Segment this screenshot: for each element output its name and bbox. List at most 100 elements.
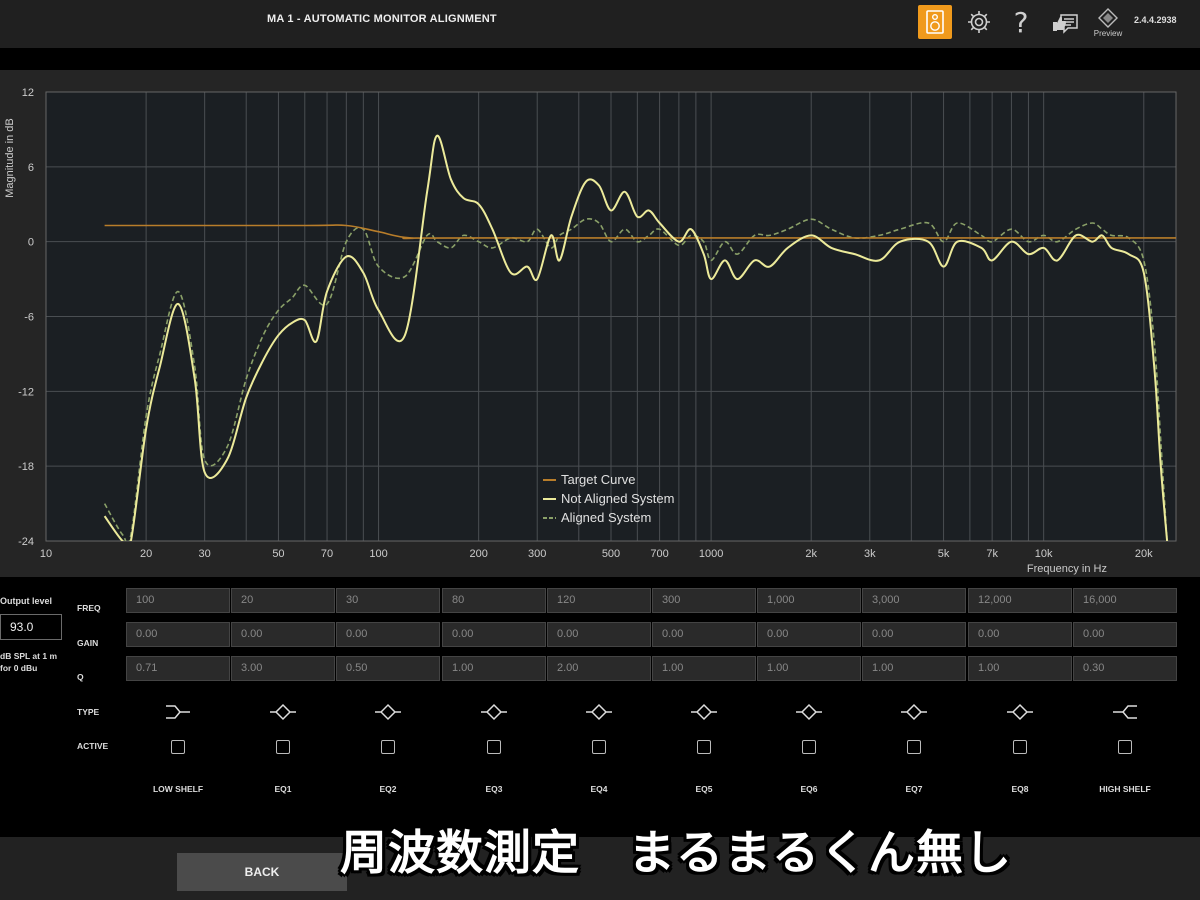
gain-field[interactable]: 0.00: [126, 622, 230, 647]
x-tick-label: 5k: [938, 548, 950, 560]
q-field[interactable]: 1.00: [757, 656, 861, 681]
x-axis-label: Frequency in Hz: [1027, 563, 1107, 575]
gain-field[interactable]: 0.00: [547, 622, 651, 647]
peak-filter-icon[interactable]: [479, 703, 509, 721]
q-field[interactable]: 1.00: [652, 656, 756, 681]
gain-field[interactable]: 0.00: [968, 622, 1072, 647]
output-level-label: Output level: [0, 596, 53, 606]
freq-field[interactable]: 16,000: [1073, 588, 1177, 613]
gain-field[interactable]: 0.00: [336, 622, 440, 647]
peak-filter-icon[interactable]: [584, 703, 614, 721]
band-name-label: EQ7: [905, 784, 923, 794]
back-button[interactable]: BACK: [177, 853, 347, 891]
band-name-label: EQ3: [485, 784, 503, 794]
freq-field[interactable]: 80: [442, 588, 546, 613]
active-row-label: ACTIVE: [77, 741, 109, 751]
preview-label: Preview: [1093, 29, 1123, 38]
output-level-field[interactable]: 93.0: [0, 614, 62, 640]
app-title: MA 1 - AUTOMATIC MONITOR ALIGNMENT: [267, 13, 497, 25]
active-checkbox[interactable]: [697, 740, 711, 754]
preview-button[interactable]: Preview: [1092, 5, 1124, 41]
high-shelf-icon[interactable]: [1110, 703, 1140, 721]
x-tick-label: 3k: [864, 548, 876, 560]
x-tick-label: 10: [40, 548, 52, 560]
y-tick-label: 0: [28, 237, 34, 249]
freq-field[interactable]: 1,000: [757, 588, 861, 613]
gain-field[interactable]: 0.00: [1073, 622, 1177, 647]
q-field[interactable]: 0.30: [1073, 656, 1177, 681]
settings-button[interactable]: [962, 5, 996, 39]
freq-field[interactable]: 30: [336, 588, 440, 613]
top-bar: MA 1 - AUTOMATIC MONITOR ALIGNMENT ? Pre…: [0, 0, 1200, 48]
gain-field[interactable]: 0.00: [442, 622, 546, 647]
y-tick-label: 12: [22, 87, 34, 99]
freq-field[interactable]: 12,000: [968, 588, 1072, 613]
help-icon: ?: [1013, 5, 1029, 39]
x-tick-label: 10k: [1035, 548, 1053, 560]
peak-filter-icon[interactable]: [794, 703, 824, 721]
peak-filter-icon[interactable]: [899, 703, 929, 721]
active-checkbox[interactable]: [592, 740, 606, 754]
x-tick-label: 700: [650, 548, 668, 560]
peak-filter-icon[interactable]: [1005, 703, 1035, 721]
active-checkbox[interactable]: [1118, 740, 1132, 754]
active-checkbox[interactable]: [1013, 740, 1027, 754]
q-field[interactable]: 1.00: [442, 656, 546, 681]
y-tick-label: -18: [18, 461, 34, 473]
gain-row-label: GAIN: [77, 638, 99, 648]
gain-field[interactable]: 0.00: [231, 622, 335, 647]
speaker-button[interactable]: [918, 5, 952, 39]
band-name-label: EQ2: [379, 784, 397, 794]
q-field[interactable]: 1.00: [862, 656, 966, 681]
output-level-unit: dB SPL at 1 m for 0 dBu: [0, 651, 57, 673]
x-tick-label: 70: [321, 548, 333, 560]
active-checkbox[interactable]: [487, 740, 501, 754]
band-name-label: EQ1: [274, 784, 292, 794]
gain-field[interactable]: 0.00: [757, 622, 861, 647]
active-checkbox[interactable]: [381, 740, 395, 754]
q-field[interactable]: 0.71: [126, 656, 230, 681]
legend-label: Aligned System: [561, 510, 651, 525]
x-tick-label: 1000: [699, 548, 723, 560]
freq-field[interactable]: 20: [231, 588, 335, 613]
band-name-label: EQ6: [800, 784, 818, 794]
band-name-label: LOW SHELF: [152, 784, 204, 794]
x-tick-label: 20: [140, 548, 152, 560]
x-tick-label: 500: [602, 548, 620, 560]
q-field[interactable]: 3.00: [231, 656, 335, 681]
q-field[interactable]: 0.50: [336, 656, 440, 681]
freq-field[interactable]: 300: [652, 588, 756, 613]
peak-filter-icon[interactable]: [373, 703, 403, 721]
x-tick-label: 50: [272, 548, 284, 560]
gain-field[interactable]: 0.00: [862, 622, 966, 647]
freq-row-label: FREQ: [77, 603, 101, 613]
y-tick-label: -12: [18, 386, 34, 398]
q-field[interactable]: 1.00: [968, 656, 1072, 681]
active-checkbox[interactable]: [171, 740, 185, 754]
active-checkbox[interactable]: [276, 740, 290, 754]
gain-field[interactable]: 0.00: [652, 622, 756, 647]
active-checkbox[interactable]: [907, 740, 921, 754]
low-shelf-icon[interactable]: [163, 703, 193, 721]
speaker-icon: [926, 10, 944, 34]
feedback-button[interactable]: [1048, 5, 1082, 39]
frequency-response-chart: 12 6 0 -6 -12 -18 -24 10 20 30 50 70 100 200 300 500 700…: [4, 87, 1177, 575]
band-name-label: EQ5: [695, 784, 713, 794]
freq-field[interactable]: 120: [547, 588, 651, 613]
q-row-label: Q: [77, 672, 84, 682]
freq-field[interactable]: 100: [126, 588, 230, 613]
peak-filter-icon[interactable]: [268, 703, 298, 721]
x-tick-label: 30: [199, 548, 211, 560]
active-checkbox[interactable]: [802, 740, 816, 754]
band-name-label: HIGH SHELF: [1099, 784, 1151, 794]
x-tick-label: 300: [528, 548, 546, 560]
freq-field[interactable]: 3,000: [862, 588, 966, 613]
legend-label: Not Aligned System: [561, 491, 674, 506]
q-field[interactable]: 2.00: [547, 656, 651, 681]
help-button[interactable]: ?: [1004, 5, 1038, 39]
type-row-label: TYPE: [77, 707, 100, 717]
gear-icon: [968, 11, 990, 33]
y-axis-label: Magnitude in dB: [4, 118, 16, 198]
peak-filter-icon[interactable]: [689, 703, 719, 721]
y-tick-label: -24: [18, 536, 34, 548]
